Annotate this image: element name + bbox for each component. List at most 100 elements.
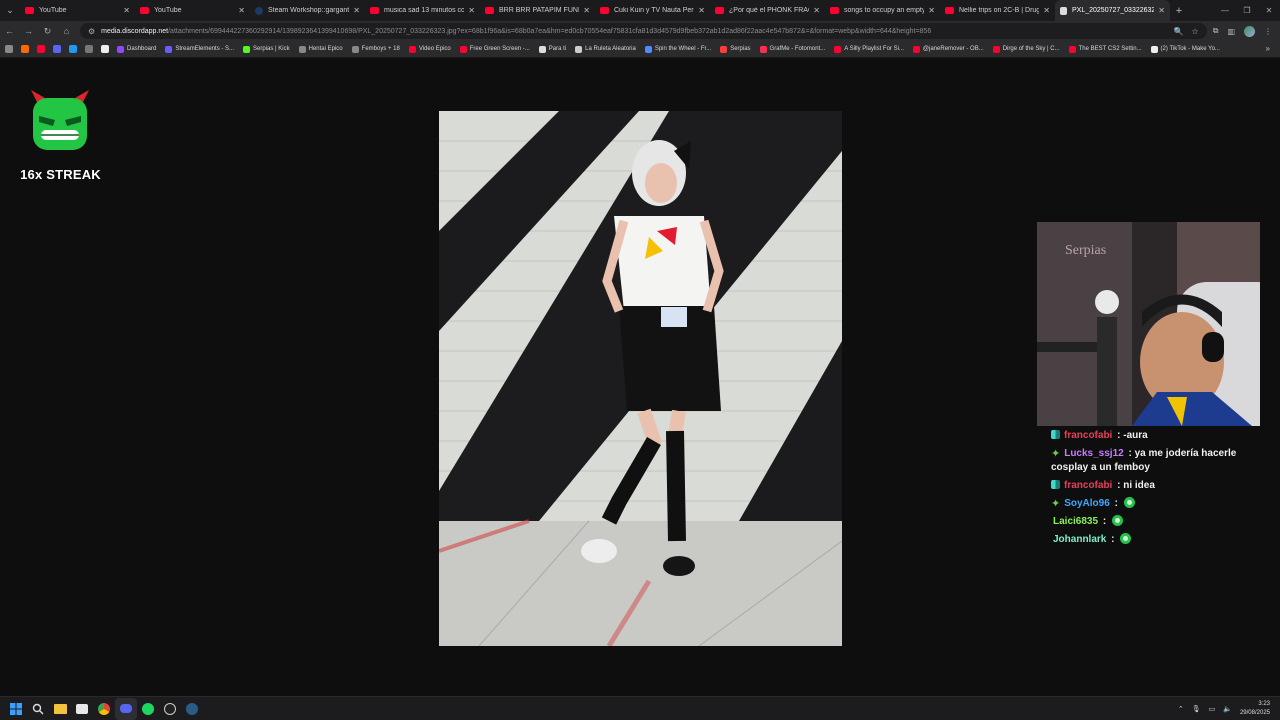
url-input[interactable]: ⚙ media.discordapp.net /attachments/6994… [80,23,1207,39]
taskbar-apps [0,697,203,720]
close-tab-icon[interactable]: ✕ [698,6,705,15]
twitter-icon[interactable] [69,45,77,53]
file-explorer-icon[interactable] [49,698,71,720]
chat-username: SoyAlo96 [1064,498,1110,509]
chat-message: ✦ Lucks_ssj12 : ya me jodería hacerle cos… [1051,447,1261,475]
bookmark-item[interactable]: (2) TikTok - Make Yo... [1150,45,1220,53]
youtube-icon [140,7,149,14]
discord-icon[interactable] [53,45,61,53]
profile-avatar[interactable] [1244,25,1255,37]
chat-separator: : [1111,498,1121,509]
extensions-icon[interactable]: ⧉ [1213,26,1219,36]
bookmark-item[interactable]: Serpias | Kick [243,45,290,53]
image-page-icon [1060,6,1067,15]
close-tab-icon[interactable]: ✕ [1043,6,1050,15]
bookmark-item[interactable]: Dashboard [117,45,156,53]
bookmarks-overflow-icon[interactable]: » [1266,44,1270,53]
maximize-icon[interactable]: ❐ [1236,0,1258,21]
close-tab-icon[interactable]: ✕ [1158,6,1165,15]
obs-icon[interactable] [159,698,181,720]
tab-7[interactable]: songs to occupy an empty m ✕ [825,0,940,21]
bookmark-label: Video Epico [418,46,451,52]
chat-separator: : [1108,534,1118,545]
youtube-icon [945,7,954,14]
bookmark-item[interactable]: Femboys + 18 [351,45,400,53]
bookmark-item[interactable]: Spin the Wheel - Fr... [644,45,711,53]
new-tab-button[interactable]: + [1170,0,1188,21]
microphone-icon[interactable]: 🎙 [1192,705,1201,713]
apps-icon[interactable] [5,45,13,53]
bookmark-item[interactable]: Hentai Epico [298,45,343,53]
close-tab-icon[interactable]: ✕ [468,6,475,15]
tab-6[interactable]: ¿Por qué el PHONK FRACASÓ ✕ [710,0,825,21]
minimize-icon[interactable]: — [1214,0,1236,21]
close-tab-icon[interactable]: ✕ [813,6,820,15]
forward-icon[interactable]: → [19,26,38,36]
bookmark-star-icon[interactable]: ☆ [1192,27,1199,36]
close-tab-icon[interactable]: ✕ [928,6,935,15]
tab-search-icon[interactable]: ⌄ [0,0,20,21]
photos-icon[interactable] [71,698,93,720]
close-tab-icon[interactable]: ✕ [583,6,590,15]
tiktok-icon[interactable] [101,45,109,53]
chat-username: Johannlark [1053,534,1107,545]
streamer-badge-icon [1051,480,1060,489]
sidepanel-icon[interactable]: ▥ [1227,27,1235,36]
tab-title: Nellie trips on 2C-B | Drugsli [959,7,1040,14]
browser-menu-icon[interactable]: ⋮ [1264,27,1272,36]
tab-title: YouTube [154,7,182,14]
tab-9[interactable]: PXL_20250727_033226323.jpg✕ [1055,0,1170,21]
tab-4[interactable]: BRR BRR PATAPIM FUNK - Yo ✕ [480,0,595,21]
bookmark-item[interactable]: The BEST CS2 Settin... [1068,45,1142,53]
bookmark-item[interactable]: GrafMe - Fotomont... [759,45,825,53]
bookmark-item[interactable]: Para ti [538,45,566,53]
start-icon[interactable] [5,698,27,720]
tab-3[interactable]: musica sad 13 minutos con b✕ [365,0,480,21]
zoom-icon[interactable]: 🔍 [1174,27,1184,36]
close-window-icon[interactable]: ✕ [1258,0,1280,21]
steam-icon[interactable] [181,698,203,720]
home-icon[interactable]: ⌂ [57,26,76,36]
reload-icon[interactable]: ↻ [38,26,57,37]
clock-time: 3:23 [1258,700,1270,707]
bookmark-item[interactable]: Free Green Screen -... [459,45,530,53]
back-icon[interactable]: ← [0,26,19,36]
close-tab-icon[interactable]: ✕ [353,6,360,15]
tab-8[interactable]: Nellie trips on 2C-B | Drugsli ✕ [940,0,1055,21]
viewed-photo[interactable] [439,111,842,646]
bookmark-item[interactable]: StreamElements - S... [165,45,234,53]
chrome-icon[interactable] [93,698,115,720]
tab-5[interactable]: Cuki Kuin y TV Nauta Pero Al ✕ [595,0,710,21]
bookmark-label: @janeRemover - OB... [922,46,984,52]
tab-1[interactable]: YouTube ✕ [135,0,250,21]
sub-badge-icon: ✦ [1051,498,1061,510]
spotify-icon[interactable] [137,698,159,720]
close-tab-icon[interactable]: ✕ [123,6,130,15]
youtube-icon [715,7,724,14]
youtube-icon[interactable] [37,45,45,53]
search-icon[interactable] [27,698,49,720]
tab-0[interactable]: YouTube ✕ [20,0,135,21]
bookmark-icon[interactable] [21,45,29,53]
network-icon[interactable]: ▭ [1209,705,1216,713]
chat-username: Laici6835 [1053,516,1099,527]
volume-icon[interactable]: 🔈 [1223,705,1232,713]
bookmark-item[interactable]: Dirge of the Sky | C... [992,45,1060,53]
system-tray: ⌃ 🎙 ▭ 🔈 3:23 29/08/2025 [1178,700,1280,718]
site-info-icon[interactable]: ⚙ [88,27,95,36]
tray-overflow-icon[interactable]: ⌃ [1178,705,1184,713]
sub-badge-icon: ✦ [1051,448,1061,460]
bookmark-item[interactable]: La Ruleta Aleatoria [575,45,636,53]
bookmark-item[interactable]: Video Epico [408,45,451,53]
x-icon[interactable] [85,45,93,53]
tab-title: Cuki Kuin y TV Nauta Pero Al [614,7,694,14]
clock[interactable]: 3:23 29/08/2025 [1240,700,1270,718]
tab-2[interactable]: Steam Workshop::gargantua ✕ [250,0,365,21]
whatsapp-emote-icon [1120,533,1132,544]
bookmark-favicon-icon [1150,45,1158,53]
bookmark-item[interactable]: Serpias [720,45,751,53]
bookmark-item[interactable]: A Silly Playlist For Si... [834,45,904,53]
discord-icon[interactable] [115,697,137,720]
bookmark-item[interactable]: @janeRemover - OB... [912,45,984,53]
close-tab-icon[interactable]: ✕ [238,6,245,15]
